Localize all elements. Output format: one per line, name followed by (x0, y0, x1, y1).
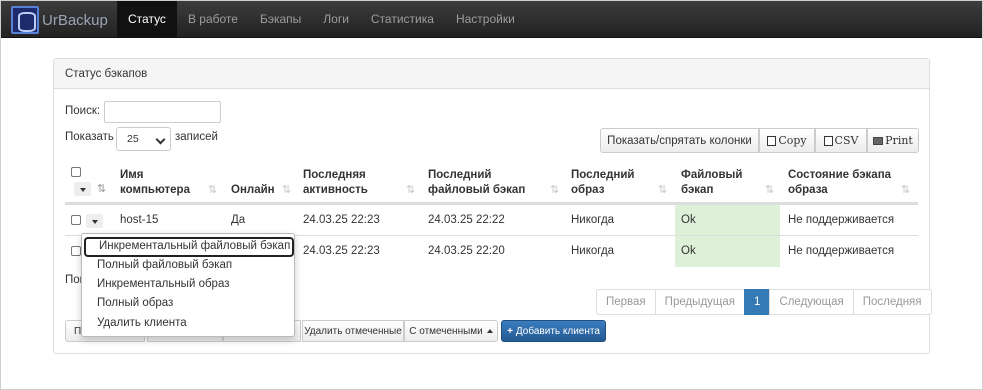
caret-down-icon (92, 220, 98, 224)
print-icon (873, 136, 884, 145)
col-header-image-state[interactable]: Состояние бэкапа образа (788, 168, 891, 198)
cell-last-file-backup: 24.03.25 22:20 (428, 245, 505, 257)
csv-icon (823, 135, 833, 146)
caret-up-icon (486, 329, 493, 333)
col-header-last-seen-line1: Последняя (303, 169, 366, 181)
caret-down-icon (80, 188, 86, 192)
menu-item-full-file-backup[interactable]: Полный файловый бэкап (97, 259, 232, 271)
col-header-last-image-line1: Последний (571, 169, 635, 181)
cell-last-seen: 24.03.25 22:23 (303, 245, 380, 257)
nav-item-statistics[interactable]: Статистика (360, 1, 445, 38)
csv-label: CSV (834, 134, 859, 147)
col-header-name-line1: Имя (120, 169, 144, 181)
page-size-value: 25 (127, 133, 139, 145)
with-selected-dropdown[interactable]: С отмеченными (404, 320, 498, 342)
pagination: Первая Предыдущая 1 Следующая Последняя (596, 289, 932, 315)
cell-last-image: Никогда (571, 214, 615, 226)
navbar: UrBackup Статус В работе Бэкапы Логи Ста… (1, 1, 982, 38)
sort-icon[interactable]: ⇅ (658, 183, 667, 196)
select-all-checkbox[interactable] (71, 167, 81, 177)
menu-item-full-image[interactable]: Полный образ (97, 297, 173, 309)
col-header-last-image[interactable]: Последний образ (571, 168, 634, 198)
cell-online: Да (231, 214, 246, 226)
copy-button[interactable]: Copy (759, 128, 815, 153)
chevron-down-icon (155, 134, 166, 145)
entries-label: записей (175, 131, 218, 143)
print-button[interactable]: Print (867, 128, 919, 153)
brand[interactable]: UrBackup (11, 5, 108, 35)
nav-item-logs[interactable]: Логи (312, 1, 360, 38)
col-header-last-file-line2: файловый бэкап (428, 184, 526, 196)
col-header-last-seen-line2: активность (303, 184, 368, 196)
cell-last-image: Никогда (571, 245, 615, 257)
table-row: host-15 Да 24.03.25 22:23 24.03.25 22:22… (65, 204, 918, 236)
sort-icon[interactable]: ⇅ (208, 183, 217, 196)
cell-name: host-15 (120, 214, 159, 226)
col-header-last-image-line2: образ (571, 184, 605, 196)
copy-label: Copy (778, 134, 807, 147)
nav-item-backups[interactable]: Бэкапы (249, 1, 312, 38)
page-size-select[interactable]: 25 (116, 127, 171, 151)
print-label: Print (885, 134, 913, 147)
page-next[interactable]: Следующая (769, 289, 854, 315)
page-first[interactable]: Первая (596, 289, 656, 315)
brand-name: UrBackup (42, 11, 108, 29)
nav-item-settings[interactable]: Настройки (445, 1, 526, 38)
search-input[interactable] (104, 101, 221, 123)
nav-item-status[interactable]: Статус (117, 1, 177, 38)
nav-item-progress[interactable]: В работе (177, 1, 249, 38)
col-header-name-line2: компьютера (120, 184, 190, 196)
copy-icon (767, 135, 777, 146)
cell-file-backup-ok: Ok (675, 205, 780, 236)
sort-icon[interactable]: ⇅ (282, 183, 291, 196)
page-size-label: Показать (65, 131, 114, 143)
panel-title: Статус бэкапов (54, 59, 929, 89)
search-label: Поиск: (65, 105, 101, 117)
sort-icon[interactable]: ⇅ (901, 183, 910, 196)
row-checkbox[interactable] (71, 246, 81, 256)
cell-image-state: Не поддерживается (788, 214, 895, 226)
col-header-last-file-backup[interactable]: Последний файловый бэкап (428, 168, 525, 198)
cell-image-state: Не поддерживается (788, 245, 895, 257)
page-previous[interactable]: Предыдущая (654, 289, 745, 315)
table-header: ⇅ Имя компьютера ⇅ Онлайн ⇅ Последняя ак… (65, 162, 918, 204)
urbackup-logo-icon (11, 6, 39, 34)
menu-item-remove-client[interactable]: Удалить клиента (97, 317, 187, 329)
row-actions-menu: Инкрементальный файловый бэкап Полный фа… (81, 233, 295, 337)
page-last[interactable]: Последняя (852, 289, 932, 315)
col-header-last-seen[interactable]: Последняя активность (303, 168, 368, 198)
toggle-columns-button[interactable]: Показать/спрятать колонки (600, 128, 759, 153)
col-header-file-ok-line2: бэкап (681, 184, 714, 196)
with-selected-label: С отмеченными (409, 325, 483, 337)
col-header-online[interactable]: Онлайн (231, 183, 275, 198)
add-client-label: Добавить клиента (515, 325, 600, 337)
sort-asc-icon[interactable]: ⇅ (97, 182, 106, 195)
menu-item-incremental-image[interactable]: Инкрементальный образ (97, 278, 229, 290)
col-header-image-state-line1: Состояние бэкапа (788, 169, 892, 181)
nav-menu: Статус В работе Бэкапы Логи Статистика Н… (117, 1, 526, 38)
cell-last-file-backup: 24.03.25 22:22 (428, 214, 505, 226)
plus-icon: + (507, 325, 513, 337)
col-header-file-ok-line1: Файловый (681, 169, 743, 181)
sort-icon[interactable]: ⇅ (406, 183, 415, 196)
delete-selected-button[interactable]: Удалить отмеченные (302, 320, 404, 342)
col-header-image-state-line2: образа (788, 184, 828, 196)
row-checkbox[interactable] (71, 215, 81, 225)
col-header-file-backup-ok[interactable]: Файловый бэкап (681, 168, 742, 198)
sort-icon[interactable]: ⇅ (765, 183, 774, 196)
add-client-button[interactable]: + Добавить клиента (501, 320, 606, 342)
cell-file-backup-ok: Ok (675, 236, 780, 267)
page-current[interactable]: 1 (744, 289, 771, 315)
cell-last-seen: 24.03.25 22:23 (303, 214, 380, 226)
col-header-name[interactable]: Имя компьютера (120, 168, 190, 198)
csv-button[interactable]: CSV (815, 128, 867, 153)
sort-icon[interactable]: ⇅ (550, 183, 559, 196)
menu-item-incremental-file-backup[interactable]: Инкрементальный файловый бэкап (84, 237, 294, 257)
col-header-last-file-line1: Последний (428, 169, 492, 181)
